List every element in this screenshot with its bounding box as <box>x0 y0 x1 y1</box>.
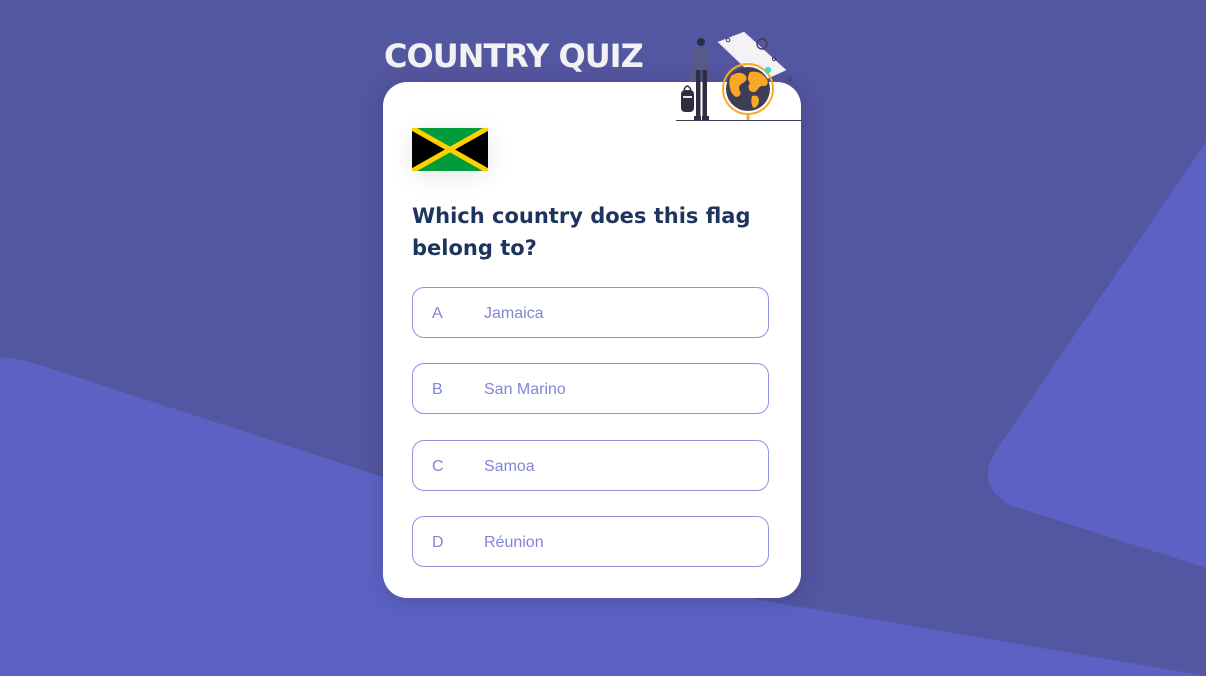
option-label: Réunion <box>484 534 544 551</box>
option-label: Samoa <box>484 458 535 475</box>
answer-option-b[interactable]: B San Marino <box>412 363 769 414</box>
option-label: San Marino <box>484 381 566 398</box>
jamaica-flag-icon <box>412 128 488 171</box>
quiz-card: Which country does this flag belong to? … <box>383 82 801 598</box>
option-label: Jamaica <box>484 305 544 322</box>
answer-option-d[interactable]: D Réunion <box>412 516 769 567</box>
option-letter: A <box>432 305 443 322</box>
traveler-globe-illustration <box>676 31 802 121</box>
answer-option-a[interactable]: A Jamaica <box>412 287 769 338</box>
question-text: Which country does this flag belong to? <box>412 204 751 260</box>
page-title: COUNTRY QUIZ <box>384 37 644 75</box>
answer-option-c[interactable]: C Samoa <box>412 440 769 491</box>
option-letter: C <box>432 458 444 475</box>
option-letter: D <box>432 534 444 551</box>
globe-icon <box>722 63 774 120</box>
option-letter: B <box>432 381 443 398</box>
right-shape <box>987 142 1206 568</box>
magnifier-icon <box>756 38 768 50</box>
traveler-icon <box>681 38 709 120</box>
